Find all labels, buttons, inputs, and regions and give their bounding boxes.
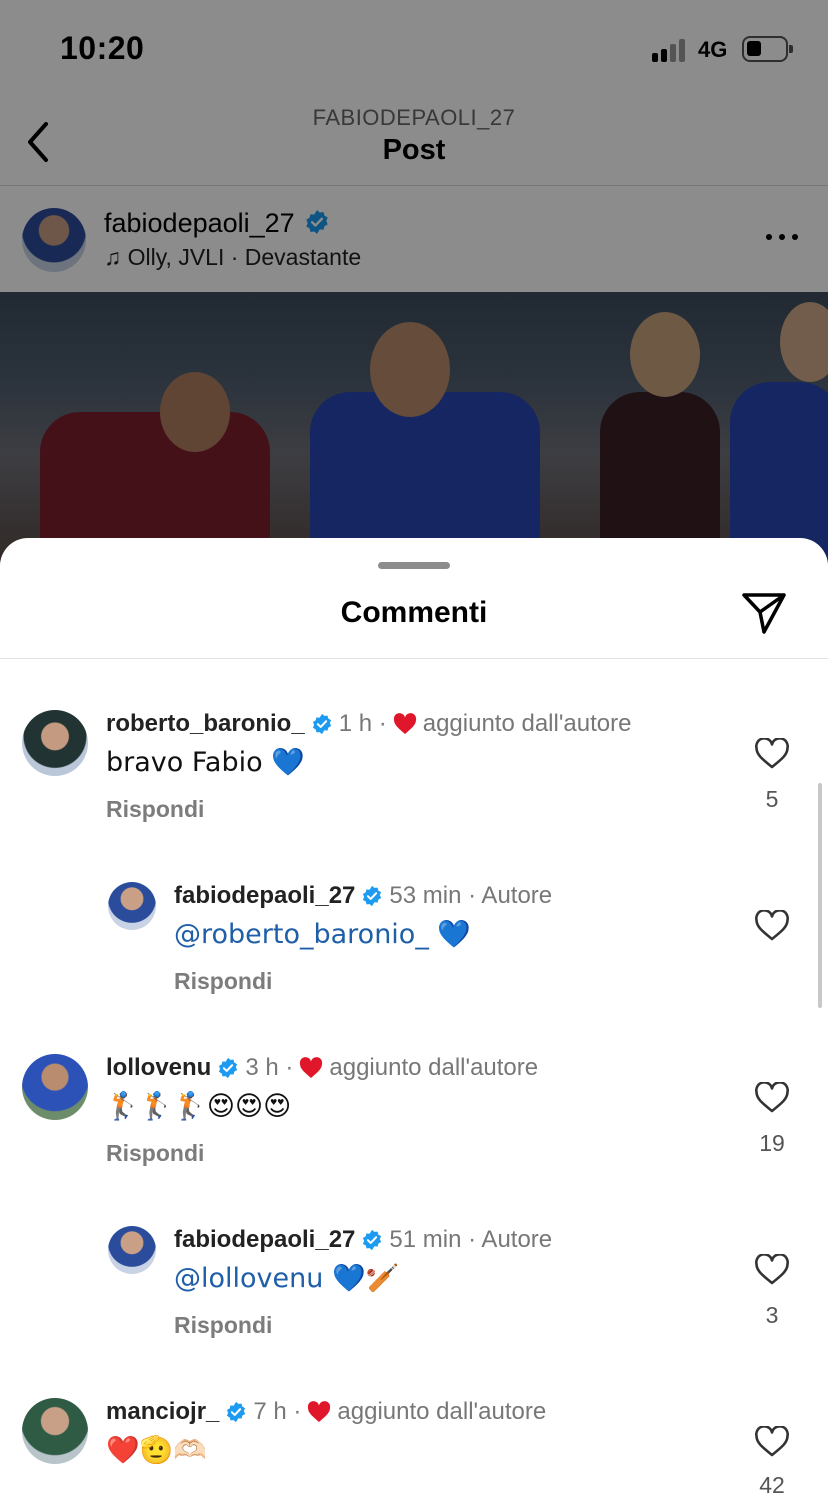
heart-outline-icon[interactable]: [754, 1254, 790, 1286]
sheet-title: Commenti: [340, 596, 488, 629]
verified-icon: [312, 713, 331, 735]
like-count: 5: [765, 786, 779, 812]
avatar[interactable]: [108, 1226, 156, 1274]
comment-username[interactable]: fabiodepaoli_27: [174, 1226, 355, 1254]
comment-username[interactable]: manciojr_: [106, 1398, 219, 1426]
heart-icon: [308, 1401, 331, 1422]
sheet-divider: [0, 658, 828, 659]
comment-time: 7 h ·: [253, 1398, 302, 1425]
avatar[interactable]: [22, 1398, 88, 1464]
comment-reply-item: fabiodepaoli_27 53 min · Autore @roberto…: [0, 870, 828, 1020]
comment-meta: roberto_baronio_ 1 h · aggiunto dall'aut…: [106, 710, 631, 738]
comment-time: 3 h ·: [245, 1054, 294, 1081]
like-count: 19: [759, 1130, 785, 1156]
comment-text: ❤️🫡🫶🏻: [106, 1435, 207, 1466]
reply-button[interactable]: Rispondi: [106, 796, 204, 823]
comment-text: 🏌️🏌️🏌️😍😍😍: [106, 1091, 292, 1122]
comment-reply-item: fabiodepaoli_27 51 min · Autore @lollove…: [0, 1214, 828, 1364]
verified-icon: [363, 885, 382, 907]
comment-text: bravo Fabio 💙: [106, 747, 305, 778]
avatar[interactable]: [22, 710, 88, 776]
verified-icon: [219, 1057, 238, 1079]
comment-meta: fabiodepaoli_27 53 min · Autore: [174, 882, 552, 910]
avatar[interactable]: [22, 1054, 88, 1120]
author-like-tag: aggiunto dall'autore: [337, 1398, 547, 1425]
heart-outline-icon[interactable]: [754, 738, 790, 770]
heart-icon: [393, 713, 416, 734]
comment-username[interactable]: roberto_baronio_: [106, 710, 305, 738]
heart-icon: [300, 1057, 323, 1078]
comment-time: 51 min · Autore: [389, 1226, 553, 1253]
like-count: 3: [765, 1302, 779, 1328]
comment-item: lollovenu 3 h · aggiunto dall'autore 🏌️🏌…: [0, 1042, 828, 1192]
comment-meta: lollovenu 3 h · aggiunto dall'autore: [106, 1054, 538, 1082]
heart-outline-icon[interactable]: [754, 1426, 790, 1458]
heart-outline-icon[interactable]: [754, 910, 790, 942]
comment-username[interactable]: lollovenu: [106, 1054, 211, 1082]
comment-username[interactable]: fabiodepaoli_27: [174, 882, 355, 910]
author-like-tag: aggiunto dall'autore: [329, 1054, 539, 1081]
send-icon[interactable]: [740, 590, 788, 636]
reply-button[interactable]: Rispondi: [106, 1140, 204, 1167]
comment-text[interactable]: @lollovenu 💙🏏: [174, 1262, 399, 1294]
reply-button[interactable]: Rispondi: [174, 968, 272, 995]
like-count: 42: [759, 1472, 785, 1498]
comment-item: manciojr_ 7 h · aggiunto dall'autore ❤️🫡…: [0, 1386, 828, 1512]
heart-outline-icon[interactable]: [754, 1082, 790, 1114]
verified-icon: [227, 1401, 246, 1423]
avatar[interactable]: [108, 882, 156, 930]
comments-sheet: Commenti roberto_baronio_ 1 h · aggiunto…: [0, 538, 828, 1512]
comment-meta: manciojr_ 7 h · aggiunto dall'autore: [106, 1398, 546, 1426]
author-like-tag: aggiunto dall'autore: [422, 710, 632, 737]
sheet-grabber[interactable]: [378, 562, 450, 569]
comment-time: 53 min · Autore: [389, 882, 553, 909]
comment-item: roberto_baronio_ 1 h · aggiunto dall'aut…: [0, 698, 828, 848]
comment-text[interactable]: @roberto_baronio_ 💙: [174, 918, 471, 950]
comment-meta: fabiodepaoli_27 51 min · Autore: [174, 1226, 552, 1254]
reply-button[interactable]: Rispondi: [174, 1312, 272, 1339]
comment-time: 1 h ·: [338, 710, 387, 737]
verified-icon: [363, 1229, 382, 1251]
